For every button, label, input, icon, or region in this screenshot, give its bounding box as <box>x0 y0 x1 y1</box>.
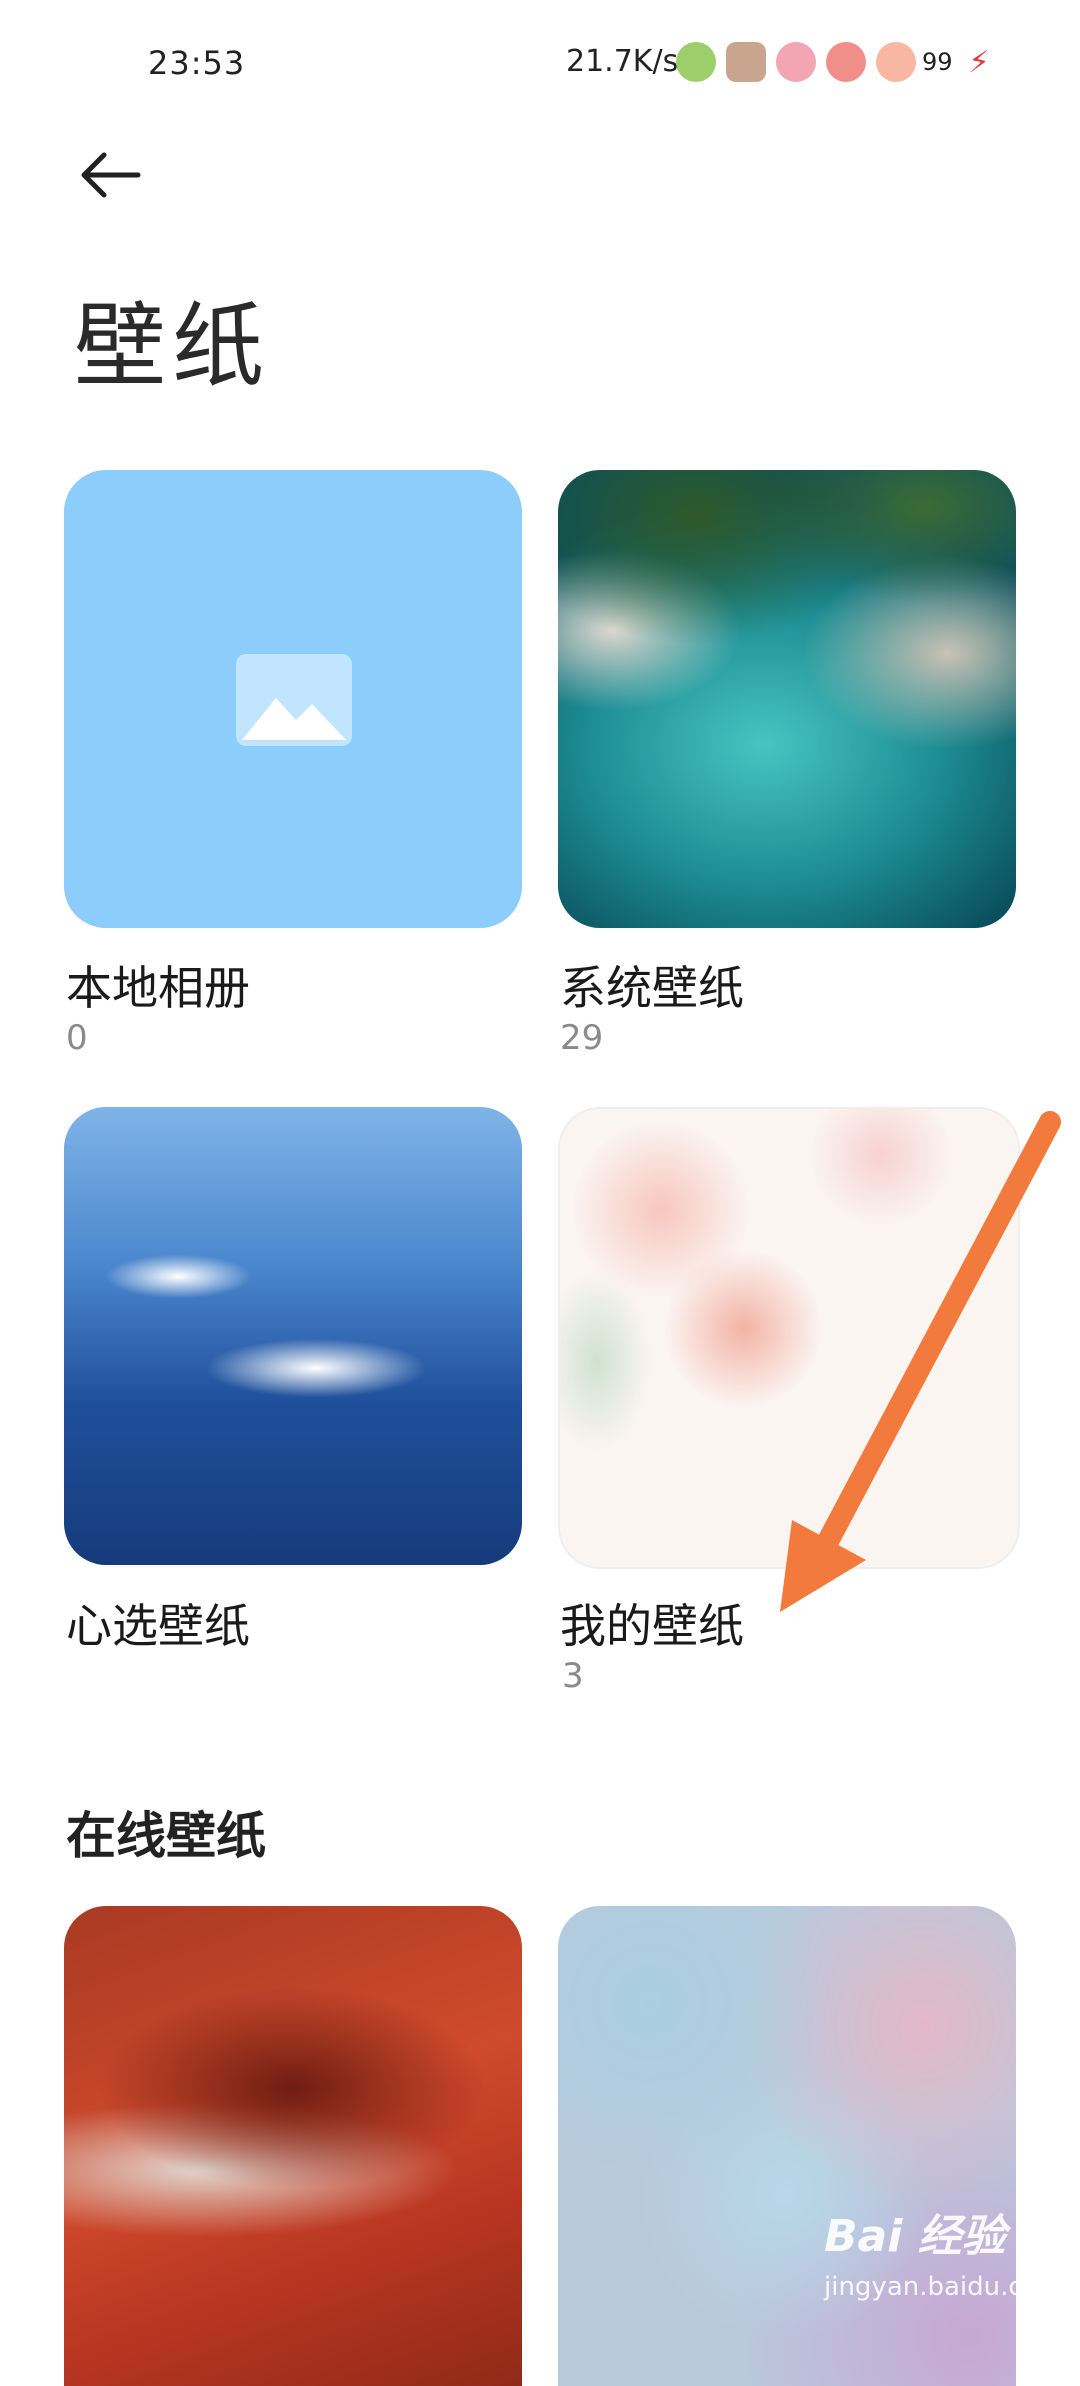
album-tile-system[interactable] <box>558 470 1016 928</box>
hamster-sticker-icon <box>726 42 766 82</box>
album-label: 心选壁纸 <box>66 1599 250 1653</box>
album-label: 我的壁纸 <box>560 1599 744 1653</box>
charging-icon: ⚡ <box>968 44 990 80</box>
album-label: 本地相册 <box>66 961 250 1015</box>
album-tile-curated[interactable] <box>64 1107 522 1565</box>
grapefruit-sticker-icon <box>826 42 866 82</box>
status-bar: 23:53 21.7K/s 99 ⚡ <box>0 0 1080 120</box>
section-title-online: 在线壁纸 <box>66 1807 266 1865</box>
album-label: 系统壁纸 <box>560 961 744 1015</box>
battery-level: 99 <box>922 48 953 76</box>
peach-battery-icon <box>876 42 916 82</box>
clock: 23:53 <box>148 44 246 82</box>
frog-sticker-icon <box>676 42 716 82</box>
album-count: 0 <box>66 1018 88 1058</box>
back-button[interactable] <box>76 145 146 205</box>
arrow-left-icon <box>81 152 141 198</box>
status-icons: 99 ⚡ <box>676 36 990 88</box>
image-placeholder-icon <box>236 654 352 746</box>
album-count: 3 <box>562 1656 584 1696</box>
watermark: Bai 经验 jingyan.baidu.com <box>824 2200 1064 2320</box>
watermark-url: jingyan.baidu.com <box>824 2272 1064 2302</box>
watermark-logo: Bai 经验 <box>824 2211 1006 2262</box>
hd-signal-icon <box>776 42 816 82</box>
album-count: 29 <box>560 1018 604 1058</box>
online-wallpaper-tile[interactable] <box>64 1906 522 2386</box>
page-title: 壁纸 <box>74 293 271 400</box>
album-tile-local[interactable] <box>64 470 522 928</box>
network-speed: 21.7K/s <box>566 44 679 79</box>
album-tile-mine[interactable] <box>558 1107 1020 1569</box>
